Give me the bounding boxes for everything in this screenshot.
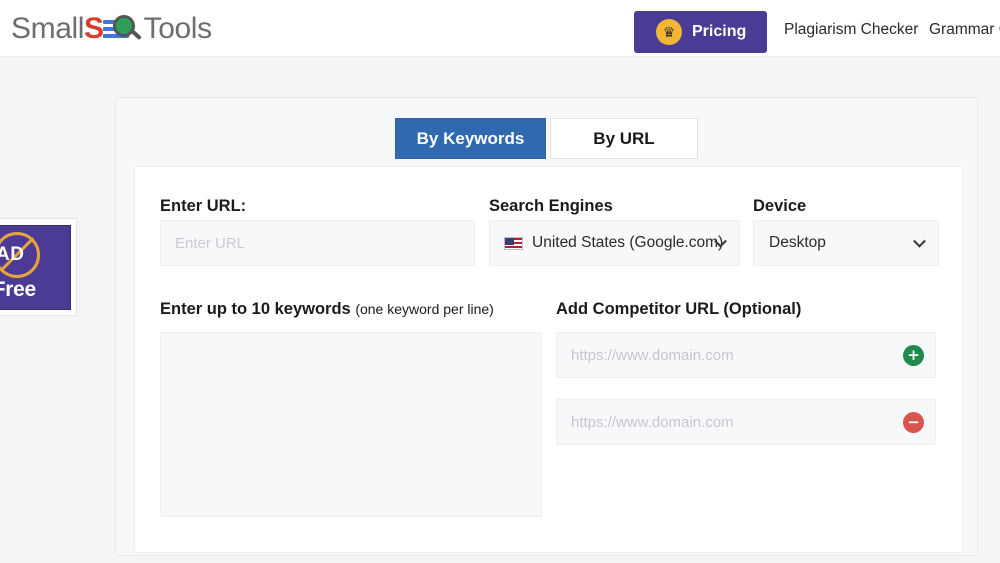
search-engines-label: Search Engines (489, 197, 613, 215)
keywords-textarea[interactable] (160, 332, 542, 517)
tool-tabs: By Keywords By URL (395, 118, 698, 159)
nav-link-grammar-checker[interactable]: Grammar C (929, 21, 1000, 39)
chevron-down-icon (913, 234, 926, 248)
page-root: Small S Tools ♛ Pricing Plagiarism Checker… (0, 0, 1000, 563)
ad-free-promo-free-text: -Free (0, 278, 36, 301)
device-selected-value: Desktop (769, 234, 826, 251)
tab-by-url[interactable]: By URL (550, 118, 698, 159)
tool-form-card: Enter URL: Search Engines United States … (134, 166, 963, 553)
tab-by-keywords[interactable]: By Keywords (395, 118, 546, 159)
competitor-row: − (556, 399, 936, 445)
search-engine-selected-value: United States (Google.com) (532, 234, 724, 251)
nav-link-plagiarism-checker[interactable]: Plagiarism Checker (784, 21, 918, 39)
ad-free-promo-ad-text: AD (0, 244, 25, 265)
ad-free-promo[interactable]: AD -Free (0, 218, 77, 316)
magnifier-icon (112, 13, 143, 45)
url-input[interactable] (160, 220, 475, 266)
us-flag-icon (504, 236, 523, 250)
competitor-url-input-1[interactable] (556, 332, 936, 378)
search-engine-select[interactable]: United States (Google.com) (489, 220, 740, 266)
remove-competitor-button[interactable]: − (903, 412, 924, 433)
site-header: Small S Tools ♛ Pricing Plagiarism Checker… (0, 0, 1000, 57)
crown-icon: ♛ (656, 19, 682, 45)
pricing-button[interactable]: ♛ Pricing (634, 11, 767, 53)
keywords-label-main: Enter up to 10 keywords (160, 300, 351, 318)
keywords-label-sub: (one keyword per line) (355, 301, 494, 317)
competitor-url-input-2[interactable] (556, 399, 936, 445)
logo-text-small: Small (11, 12, 85, 45)
competitor-row: + (556, 332, 936, 378)
logo-text-s: S (84, 12, 104, 45)
ad-free-promo-box[interactable]: AD -Free (0, 225, 71, 310)
competitor-url-label: Add Competitor URL (Optional) (556, 300, 802, 318)
device-select[interactable]: Desktop (753, 220, 939, 266)
pricing-button-label: Pricing (692, 23, 747, 40)
enter-url-label: Enter URL: (160, 197, 247, 215)
add-competitor-button[interactable]: + (903, 345, 924, 366)
logo-text-tools: Tools (143, 12, 212, 45)
device-label: Device (753, 197, 807, 215)
keywords-label: Enter up to 10 keywords (one keyword per… (160, 300, 494, 319)
site-logo[interactable]: Small S Tools (11, 7, 212, 51)
tool-panel: By Keywords By URL Enter URL: Search Eng… (115, 97, 978, 556)
